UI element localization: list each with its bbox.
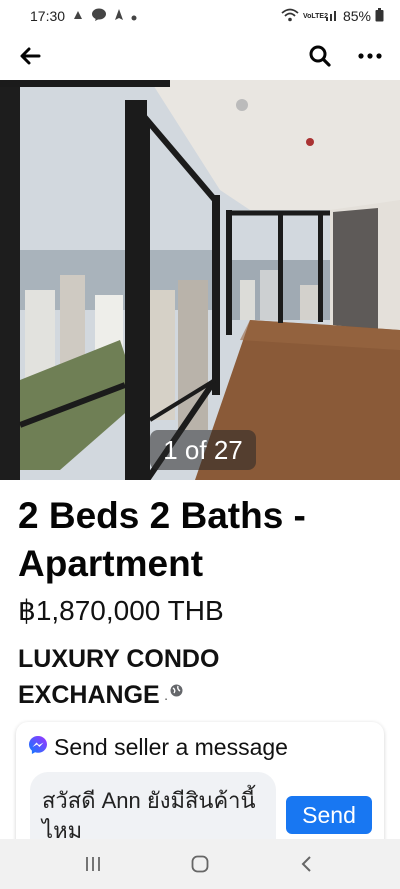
recent-apps-icon	[86, 857, 101, 871]
status-time: 17:30	[30, 8, 66, 24]
dot-icon	[131, 8, 137, 24]
more-button[interactable]	[354, 40, 386, 72]
status-bar: 17:30 VoLTE2 85%	[0, 0, 400, 32]
search-button[interactable]	[304, 40, 336, 72]
battery-icon	[375, 7, 384, 25]
top-nav	[0, 32, 400, 80]
back-nav-button[interactable]	[287, 844, 327, 884]
listing-photo[interactable]	[0, 80, 400, 480]
seller-separator: ·	[163, 690, 169, 706]
seller-name-text[interactable]: LUXURY CONDO EXCHANGE	[18, 645, 219, 709]
send-button[interactable]: Send	[286, 796, 372, 834]
listing-price: ฿1,870,000 THB	[18, 595, 224, 626]
message-heading-text: Send seller a message	[54, 734, 288, 760]
messenger-icon	[28, 734, 48, 761]
line-app-icon	[91, 8, 107, 25]
message-heading: Send seller a message	[28, 734, 288, 761]
arrow-left-icon	[20, 47, 41, 65]
wifi-icon	[281, 8, 299, 25]
listing-title: 2 Beds 2 Baths - Apartment	[18, 495, 306, 584]
battery-percent: 85%	[342, 8, 371, 24]
location-icon	[113, 8, 125, 25]
signal-icon	[325, 8, 339, 24]
home-button[interactable]	[180, 844, 220, 884]
weather-icon	[71, 8, 85, 25]
seller-name[interactable]: LUXURY CONDO EXCHANGE ·	[18, 644, 318, 713]
apartment-photo-illustration	[0, 80, 400, 480]
more-horizontal-icon	[358, 53, 382, 59]
recent-apps-button[interactable]	[73, 844, 113, 884]
back-button[interactable]	[14, 40, 46, 72]
globe-icon	[170, 674, 183, 704]
network-label: VoLTE2	[302, 12, 328, 20]
home-icon	[191, 855, 209, 873]
search-icon	[309, 45, 331, 67]
android-nav-bar	[0, 839, 400, 889]
back-chevron-icon	[301, 856, 311, 872]
photo-counter: 1 of 27	[150, 430, 256, 470]
